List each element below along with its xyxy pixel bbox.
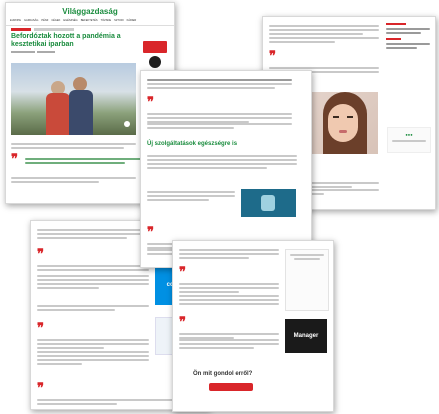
- quote-mark-icon: ❞: [37, 321, 44, 336]
- manager-logo: Manager: [293, 333, 319, 339]
- nav-item-europe[interactable]: EUROPE: [10, 19, 21, 22]
- nav-item-gazdasag[interactable]: GAZDASÁG: [24, 19, 38, 22]
- article-headline[interactable]: Befordóztak hozott a pandémia a keszteti…: [11, 33, 131, 49]
- quote-mark-icon: ❞: [179, 315, 186, 330]
- opinion-button[interactable]: [209, 383, 253, 391]
- opinion-prompt: Ön mit gondol erről?: [193, 371, 253, 377]
- site-logo[interactable]: Világgazdaság: [62, 7, 117, 16]
- quote-mark-icon: ❞: [147, 225, 154, 240]
- article-card-bottom-right: ❞ ❞ Manager Ön mit gondol erről?: [172, 240, 334, 412]
- article-hero-photo: [11, 63, 136, 135]
- nav-item-cegek[interactable]: CÉGEK: [51, 19, 60, 22]
- article-subheading: Új szolgáltatások egészségre is: [147, 141, 238, 147]
- nav-item-egeszseg[interactable]: EGÉSZSÉG: [63, 19, 77, 22]
- nav-item-tozsde[interactable]: TŐZSDE: [101, 19, 112, 22]
- quote-mark-icon: ❞: [37, 247, 44, 262]
- site-header: Világgazdaság: [6, 3, 174, 19]
- main-nav: EUROPE GAZDASÁG PÉNZ CÉGEK EGÉSZSÉG BEFE…: [6, 19, 174, 22]
- sidebar-news: [386, 23, 430, 51]
- quote-mark-icon: ❞: [37, 381, 44, 396]
- article-card-middle: ❞ Új szolgáltatások egészségre is ❞: [140, 70, 312, 268]
- quote-mark-icon: ❞: [11, 152, 18, 167]
- quote-mark-icon: ❞: [147, 95, 154, 110]
- manager-ad[interactable]: Manager: [285, 319, 327, 353]
- quote-mark-icon: ❞: [179, 265, 186, 280]
- promo-photo: [241, 189, 296, 217]
- nav-item-penz[interactable]: PÉNZ: [41, 19, 48, 22]
- nav-item-befektetes[interactable]: BEFEKTETÉS: [81, 19, 98, 22]
- sidebar-promo: ●●●: [387, 127, 431, 153]
- quote-mark-icon: ❞: [269, 49, 276, 64]
- nav-item-sztori[interactable]: SZTORI: [114, 19, 123, 22]
- nav-item-karier[interactable]: KÁRIER: [127, 19, 137, 22]
